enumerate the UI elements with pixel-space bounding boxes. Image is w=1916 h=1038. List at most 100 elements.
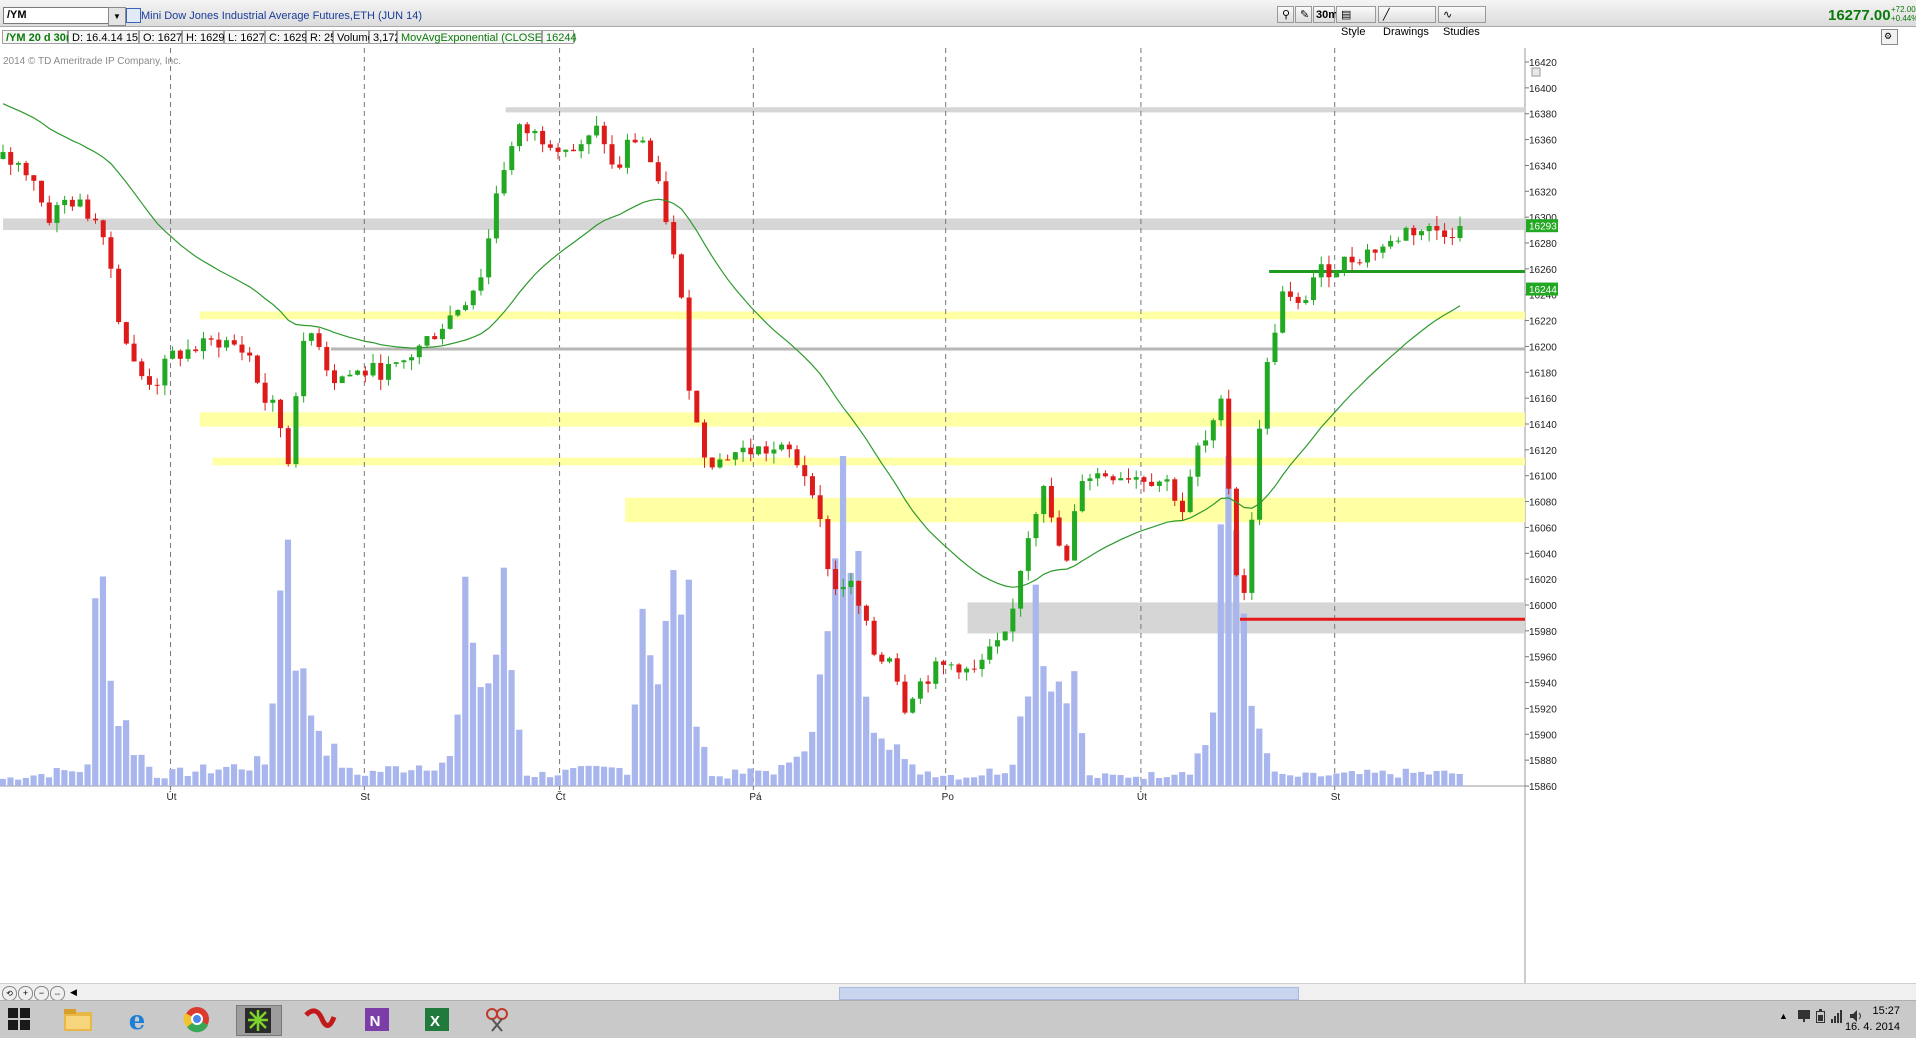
volume-bar [462,576,469,786]
volume-bar [1441,770,1448,786]
volume-bar [678,614,685,786]
candle-up [270,399,276,403]
candle-up [447,315,453,329]
action-center-icon[interactable] [1798,1010,1810,1022]
candle-down [116,268,122,323]
scroll-left-arrow[interactable]: ◀ [70,987,77,998]
candle-down [524,124,530,134]
drawings-button[interactable]: ╱ Drawings [1378,6,1436,38]
volume-bar [138,754,145,786]
volume-bar [1225,456,1232,786]
candle-down [46,202,52,223]
price-tick-label: 15920 [1529,704,1557,715]
style-button[interactable]: ▤ Style [1336,6,1376,38]
candle-down [902,681,908,713]
volume-bar [1063,703,1070,786]
price-tick-label: 16200 [1529,342,1557,353]
candle-up [455,310,461,316]
windows-taskbar: e N X ▲ 15:27 16. 4. 2014 [0,1000,1916,1038]
candle-up [355,370,361,375]
clock-date[interactable]: 16. 4. 2014 [1838,1021,1900,1033]
taskbar-app-red[interactable] [296,1005,340,1034]
candle-down [686,297,692,391]
zoom-out-button[interactable]: − [34,986,49,1001]
price-tick-label: 16140 [1529,420,1557,431]
volume-bar [1078,733,1086,786]
candle-down [655,162,661,182]
zoom-fit-button[interactable]: ⇔ [50,986,65,1001]
price-tick-label: 15980 [1529,627,1557,638]
candle-up [1388,240,1394,247]
bar-close: C: 16293 [265,30,314,44]
candle-up [933,661,939,684]
price-chart[interactable]: 1642016400163801636016340163201630016280… [0,48,1916,983]
volume-bar [1048,691,1055,786]
candle-up [401,360,407,363]
candle-down [725,459,731,461]
candle-down [1102,473,1108,477]
zoom-in-button[interactable]: + [18,986,33,1001]
volume-bar [847,572,854,786]
studies-button[interactable]: ∿ Studies [1438,6,1486,38]
time-scrollbar-thumb[interactable] [839,987,1299,1000]
volume-bar [392,766,400,786]
volume-bar [778,765,785,786]
price-marker-label: 16244 [1529,285,1557,296]
volume-bar [1209,712,1217,786]
taskbar-file-explorer[interactable] [56,1005,100,1034]
candle-down [763,446,769,454]
candle-up [77,199,83,207]
candle-down [1357,262,1363,264]
volume-bar [716,776,723,786]
start-button[interactable] [8,1008,30,1030]
volume-bar [415,765,423,786]
volume-bar [801,751,808,786]
volume-bar [238,769,245,786]
candle-up [1380,246,1386,253]
candle-down [262,382,268,403]
volume-bar [739,773,746,786]
chart-settings-button[interactable]: ⚙ [1881,29,1898,45]
volume-bar [816,674,824,786]
taskbar-excel[interactable]: X [415,1005,459,1034]
battery-icon[interactable] [1816,1009,1825,1023]
taskbar-internet-explorer[interactable]: e [115,1005,159,1036]
symbol-input[interactable]: /YM [3,7,123,24]
taskbar-chrome[interactable] [175,1005,219,1034]
crosshair-tool-button[interactable]: ⚲ [1277,6,1294,23]
candle-up [1249,519,1255,593]
volume-bar [701,746,708,786]
candle-down [1064,545,1070,561]
volume-bar [76,772,83,786]
candle-up [1018,570,1024,609]
candle-down [1411,227,1417,236]
symbol-lookup-icon[interactable] [126,8,141,23]
candle-down [671,222,677,255]
candle-up [964,668,970,673]
volume-bar [932,777,939,786]
volume-bar [924,771,931,786]
taskbar-snipping-tool[interactable] [475,1005,519,1034]
day-label: Út [1137,790,1147,803]
clock-time[interactable]: 15:27 [1850,1005,1900,1017]
candle-down [786,444,792,450]
symbol-dropdown-button[interactable]: ▼ [108,7,126,26]
volume-bar [647,655,654,786]
volume-bar [970,777,978,786]
zoom-reset-button[interactable]: ⟲ [2,986,17,1001]
volume-bar [45,777,53,786]
interval-button[interactable]: 30m [1313,6,1338,23]
volume-bar [115,726,122,786]
show-hidden-icons[interactable]: ▲ [1779,1011,1788,1021]
volume-bar [30,775,37,786]
candle-down [1449,236,1455,239]
taskbar-thinkorswim-active[interactable] [236,1005,282,1036]
candle-up [640,140,646,143]
volume-bar [1425,774,1433,786]
price-tick-label: 16220 [1529,317,1557,328]
candle-down [632,139,638,143]
candle-up [385,363,391,380]
pencil-tool-button[interactable]: ✎ [1295,6,1312,23]
volume-bar [485,683,492,786]
taskbar-onenote[interactable]: N [355,1005,399,1034]
